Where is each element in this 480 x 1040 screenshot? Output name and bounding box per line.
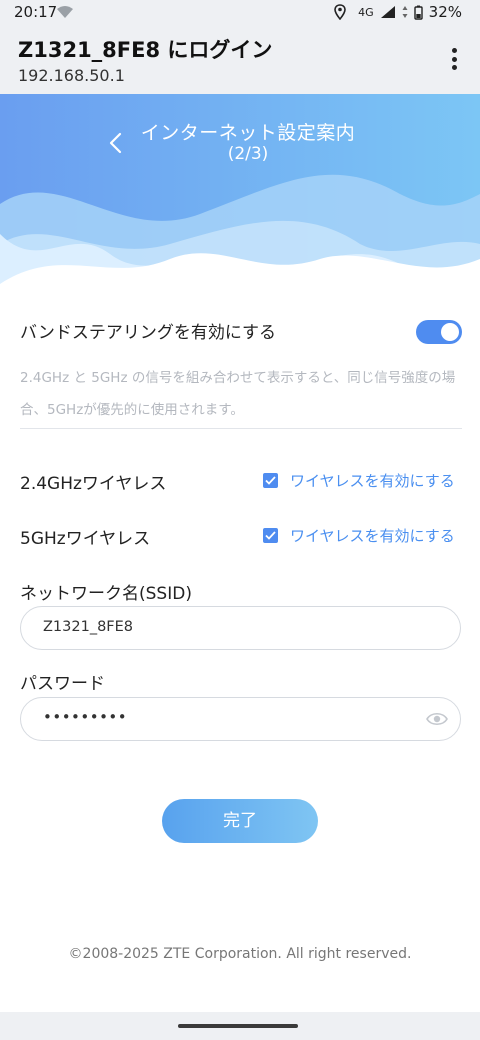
status-time: 20:17 <box>14 3 58 21</box>
toggle-knob <box>441 323 459 341</box>
data-arrows-icon <box>402 6 408 18</box>
page-url: 192.168.50.1 <box>18 66 125 85</box>
signal-icon <box>380 6 395 18</box>
divider <box>20 428 462 429</box>
ssid-input[interactable]: Z1321_8FE8 <box>20 606 461 650</box>
band-steering-label: バンドステアリングを有効にする <box>20 323 277 343</box>
password-input[interactable]: ••••••••• <box>20 697 461 741</box>
ssid-value: Z1321_8FE8 <box>43 619 134 635</box>
done-button[interactable]: 完了 <box>162 799 318 843</box>
wireless-5ghz-checkbox[interactable]: ワイヤレスを有効にする <box>263 525 455 546</box>
battery-icon <box>413 5 423 20</box>
location-icon <box>334 4 346 20</box>
checkbox-checked-icon[interactable] <box>263 528 278 543</box>
wizard-step: (2/3) <box>227 144 269 164</box>
band-steering-hint: 2.4GHz と 5GHz の信号を組み合わせて表示すると、同じ信号強度の場合、… <box>20 370 456 418</box>
nav-bar <box>0 1012 480 1040</box>
wifi-icon <box>57 6 73 18</box>
wireless-24ghz-checkbox-label[interactable]: ワイヤレスを有効にする <box>290 470 455 491</box>
status-indicators: 4G 32% <box>334 3 462 21</box>
wireless-5ghz-label: 5GHzワイヤレス <box>20 529 151 549</box>
hero-banner: インターネット設定案内 (2/3) <box>0 94 480 294</box>
network-type: 4G <box>358 5 374 19</box>
more-vert-icon[interactable] <box>442 46 466 72</box>
home-gesture-handle[interactable] <box>178 1024 298 1028</box>
page-title: Z1321_8FE8 にログイン <box>18 38 273 62</box>
browser-header: Z1321_8FE8 にログイン 192.168.50.1 <box>0 26 480 94</box>
copyright: ©2008-2025 ZTE Corporation. All right re… <box>68 946 412 962</box>
battery-level: 32% <box>428 3 462 21</box>
password-value: ••••••••• <box>43 708 128 726</box>
checkbox-checked-icon[interactable] <box>263 473 278 488</box>
wireless-24ghz-checkbox[interactable]: ワイヤレスを有効にする <box>263 470 455 491</box>
wireless-5ghz-checkbox-label[interactable]: ワイヤレスを有効にする <box>290 525 455 546</box>
ssid-label: ネットワーク名(SSID) <box>20 584 192 604</box>
wireless-24ghz-label: 2.4GHzワイヤレス <box>20 474 167 494</box>
password-label: パスワード <box>20 674 105 694</box>
status-bar: 20:17 4G 32% <box>0 0 480 26</box>
eye-icon[interactable] <box>426 710 448 728</box>
wizard-title: インターネット設定案内 <box>140 122 356 144</box>
band-steering-toggle[interactable] <box>416 320 462 344</box>
